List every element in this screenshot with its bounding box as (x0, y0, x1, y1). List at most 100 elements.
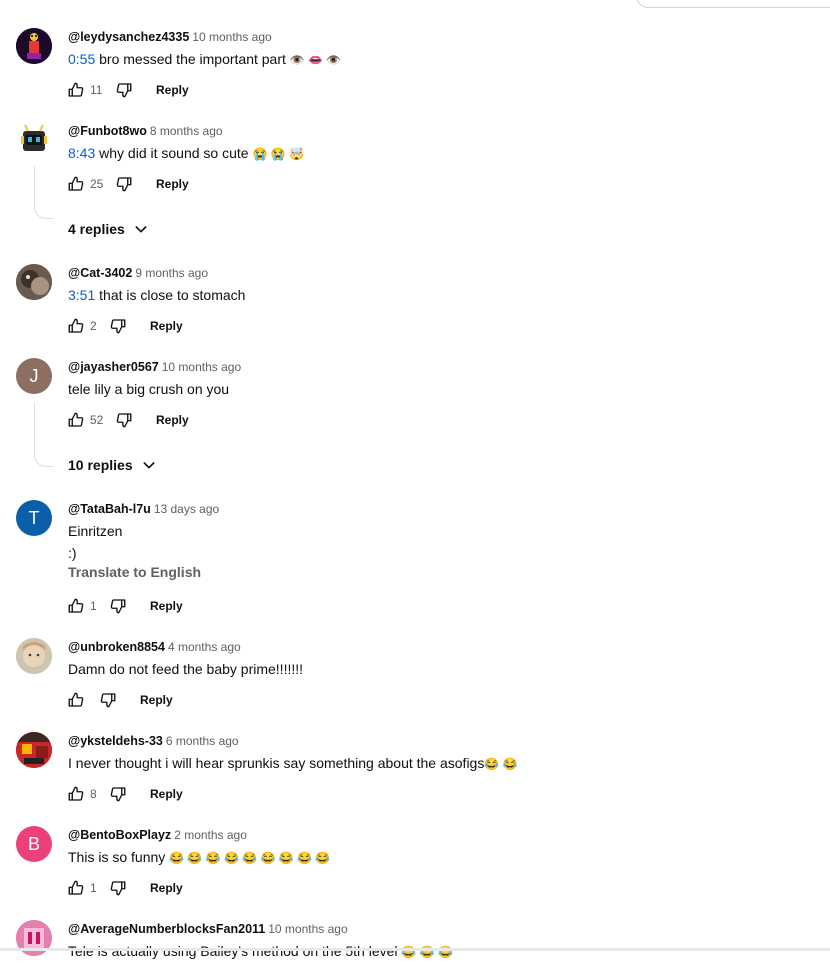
like-icon[interactable] (66, 784, 86, 804)
avatar[interactable] (16, 264, 52, 300)
comment-meta: @yksteldehs-33 6 months ago (68, 732, 239, 750)
like-icon[interactable] (66, 316, 86, 336)
comment-actions: Reply (66, 688, 173, 712)
comment-meta: @BentoBoxPlayz 2 months ago (68, 826, 247, 844)
dislike-icon[interactable] (114, 80, 134, 100)
comment-actions: 1 Reply (66, 594, 183, 618)
comment-body: Damn do not feed the baby prime!!!!!!! (68, 661, 304, 677)
comment-text: This is so funny 😂 😂 😂 😂 😂 😂 😂 😂 😂 (68, 846, 330, 869)
like-count: 11 (90, 83, 103, 97)
reply-button[interactable]: Reply (150, 319, 183, 333)
comment-body: why did it sound so cute (99, 145, 249, 161)
reply-button[interactable]: Reply (150, 787, 183, 801)
comment-text: 8:43 why did it sound so cute 😭 😭 🤯 (68, 142, 304, 165)
like-count: 1 (90, 599, 97, 613)
dislike-icon[interactable] (108, 596, 128, 616)
comment-text: Tele is actually using Bailey's method o… (68, 940, 453, 963)
like-count: 52 (90, 413, 104, 427)
author-name[interactable]: @Funbot8wo (68, 124, 147, 138)
avatar-letter: T (28, 507, 40, 528)
comment-meta: @leydysanchez4335 10 months ago (68, 28, 272, 46)
comment-actions: 8 Reply (66, 782, 183, 806)
comment-time[interactable]: 6 months ago (166, 734, 239, 748)
avatar[interactable] (16, 638, 52, 674)
comment-actions: 52 Reply (66, 408, 189, 432)
like-icon[interactable] (66, 174, 86, 194)
like-count: 1 (90, 881, 97, 895)
reply-button[interactable]: Reply (156, 413, 189, 427)
avatar[interactable]: B (16, 826, 52, 862)
emoji: 😂 😂 😂 😂 😂 😂 😂 😂 😂 (169, 851, 331, 865)
comment-time[interactable]: 10 months ago (162, 360, 241, 374)
author-name[interactable]: @AverageNumberblocksFan2011 (68, 922, 265, 936)
reply-button[interactable]: Reply (150, 599, 183, 613)
comment-body-line2: :) (68, 545, 77, 561)
like-icon[interactable] (66, 878, 86, 898)
comment-body: bro messed the important part (99, 51, 286, 67)
author-name[interactable]: @yksteldehs-33 (68, 734, 163, 748)
like-icon[interactable] (66, 410, 86, 430)
comment-text: I never thought i will hear sprunkis say… (68, 752, 518, 775)
comment-meta: @Funbot8wo 8 months ago (68, 122, 223, 140)
comment-meta: @AverageNumberblocksFan2011 10 months ago (68, 920, 348, 938)
comment-body: Einritzen (68, 523, 123, 539)
comment-time[interactable]: 10 months ago (268, 922, 347, 936)
comment-actions: 11 Reply (66, 78, 189, 102)
thread-line (34, 402, 35, 454)
comment-time[interactable]: 2 months ago (174, 828, 247, 842)
comment-meta: @jayasher0567 10 months ago (68, 358, 241, 376)
author-name[interactable]: @jayasher0567 (68, 360, 159, 374)
reply-button[interactable]: Reply (140, 693, 173, 707)
author-name[interactable]: @Cat-3402 (68, 266, 132, 280)
author-name[interactable]: @leydysanchez4335 (68, 30, 189, 44)
comment-text: tele lily a big crush on you (68, 378, 229, 400)
reply-button[interactable]: Reply (150, 881, 183, 895)
reply-button[interactable]: Reply (156, 177, 189, 191)
comment-body: Tele is actually using Bailey's method o… (68, 943, 398, 959)
comment-body: This is so funny (68, 849, 166, 865)
dislike-icon[interactable] (98, 690, 118, 710)
author-name[interactable]: @BentoBoxPlayz (68, 828, 171, 842)
comment-text: 0:55 bro messed the important part 👁️ 👄 … (68, 48, 341, 71)
author-name[interactable]: @unbroken8854 (68, 640, 165, 654)
comment-time[interactable]: 9 months ago (135, 266, 208, 280)
avatar[interactable] (16, 28, 52, 64)
search-box-edge[interactable] (636, 0, 830, 8)
replies-count: 4 replies (68, 221, 125, 237)
avatar[interactable]: J (16, 358, 52, 394)
comment-time[interactable]: 13 days ago (154, 502, 219, 516)
comment-actions: 1 Reply (66, 876, 183, 900)
like-count: 8 (90, 787, 97, 801)
chevron-down-icon (133, 221, 149, 237)
comment-time[interactable]: 4 months ago (168, 640, 241, 654)
avatar[interactable] (16, 732, 52, 768)
like-icon[interactable] (66, 80, 86, 100)
dislike-icon[interactable] (108, 878, 128, 898)
thread-line (34, 166, 35, 206)
like-icon[interactable] (66, 596, 86, 616)
translate-button[interactable]: Translate to English (68, 564, 201, 580)
view-replies-button[interactable]: 4 replies (68, 217, 149, 241)
timestamp-link[interactable]: 0:55 (68, 51, 95, 67)
like-count: 25 (90, 177, 104, 191)
avatar[interactable] (16, 122, 52, 158)
comment-time[interactable]: 8 months ago (150, 124, 223, 138)
comment-actions: 25 Reply (66, 172, 189, 196)
dislike-icon[interactable] (108, 316, 128, 336)
timestamp-link[interactable]: 3:51 (68, 287, 95, 303)
view-replies-button[interactable]: 10 replies (68, 453, 157, 477)
emoji: 😭 😭 🤯 (252, 147, 304, 161)
dislike-icon[interactable] (114, 410, 134, 430)
like-icon[interactable] (66, 690, 86, 710)
comment-meta: @Cat-3402 9 months ago (68, 264, 208, 282)
reply-button[interactable]: Reply (156, 83, 189, 97)
emoji: 😂 😂 (484, 757, 518, 771)
comment-time[interactable]: 10 months ago (192, 30, 271, 44)
emoji: 👁️ 👄 👁️ (289, 53, 342, 67)
dislike-icon[interactable] (114, 174, 134, 194)
author-name[interactable]: @TataBah-l7u (68, 502, 151, 516)
avatar-letter: J (29, 365, 39, 386)
dislike-icon[interactable] (108, 784, 128, 804)
avatar[interactable]: T (16, 500, 52, 536)
timestamp-link[interactable]: 8:43 (68, 145, 95, 161)
